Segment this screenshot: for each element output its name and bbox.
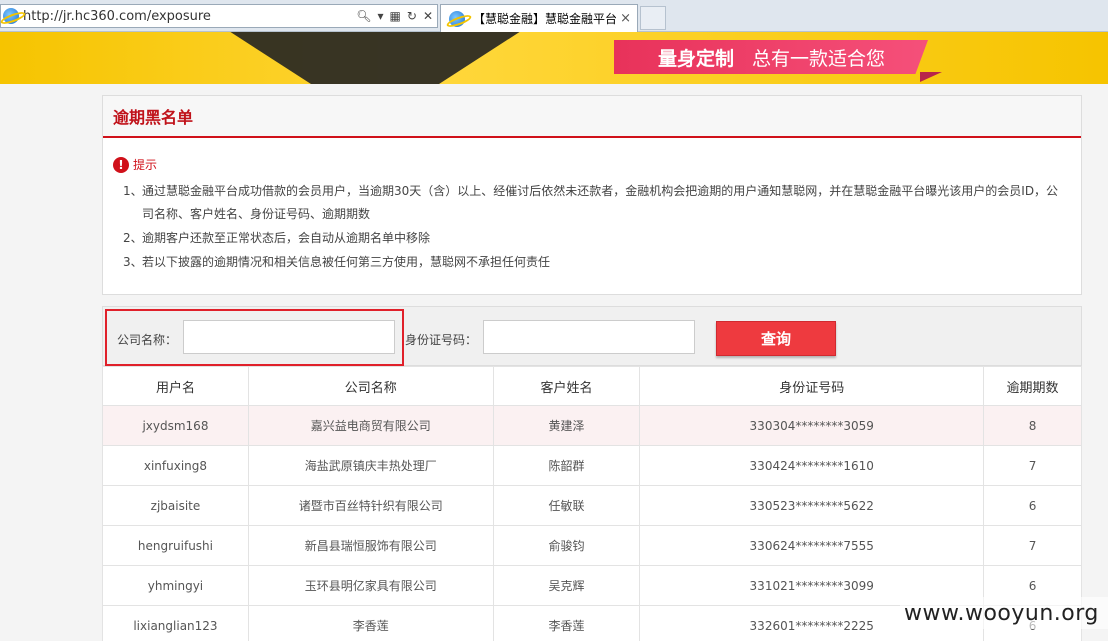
notice-item: 3、 若以下披露的逾期情况和相关信息被任何第三方使用，慧聪网不承担任何责任: [123, 255, 551, 269]
tab-ie-icon: [449, 10, 465, 27]
notice-header: 逾期黑名单: [103, 96, 1081, 138]
address-bar-icons: 🔍︎ ▾ ▦ ↻ ✕: [356, 9, 437, 23]
id-number-input[interactable]: [483, 320, 695, 354]
table-row: zjbaisite 诸暨市百丝特针织有限公司 任敏联 330523*******…: [102, 485, 1082, 526]
col-header-customer: 客户姓名: [492, 366, 641, 406]
query-button[interactable]: 查询: [716, 321, 836, 356]
company-name-label: 公司名称：: [117, 333, 178, 347]
ie-logo-icon: [3, 8, 19, 24]
tab-title: 【慧聪金融】慧聪金融平台...: [473, 12, 617, 26]
slogan-strong: 量身定制: [658, 47, 735, 70]
table-row: xinfuxing8 海盐武原镇庆丰热处理厂 陈韶群 330424*******…: [102, 445, 1082, 486]
watermark: www.wooyun.org: [900, 597, 1108, 629]
id-number-label: 身份证号码：: [405, 333, 478, 347]
banner-graphic: [215, 32, 535, 84]
exclamation-icon: !: [113, 156, 129, 173]
notice-item: 2、 逾期客户还款至正常状态后，会自动从逾期名单中移除: [123, 231, 431, 245]
stop-icon[interactable]: ✕: [423, 9, 433, 23]
table-header-row: 用户名 公司名称 客户姓名 身份证号码 逾期期数: [102, 366, 1082, 406]
tip-row: ! 提示: [113, 156, 157, 173]
search-icon[interactable]: 🔍︎: [356, 9, 371, 23]
slogan-ribbon: 量身定制 总有一款适合您: [614, 40, 928, 74]
notice-item: 1、 通过慧聪金融平台成功借款的会员用户，当逾期30天（含）以上、经催讨后依然未…: [123, 184, 1059, 221]
col-header-username: 用户名: [102, 366, 249, 406]
notice-list: 1、 通过慧聪金融平台成功借款的会员用户，当逾期30天（含）以上、经催讨后依然未…: [123, 180, 1063, 275]
site-banner: 量身定制 总有一款适合您: [0, 32, 1108, 84]
col-header-overdue: 逾期期数: [983, 366, 1082, 406]
url-text[interactable]: http://jr.hc360.com/exposure: [23, 9, 356, 24]
table-row: hengruifushi 新昌县瑞恒服饰有限公司 俞骏钧 330624*****…: [102, 525, 1082, 566]
tip-label: 提示: [133, 158, 158, 172]
col-header-id-number: 身份证号码: [639, 366, 985, 406]
dropdown-arrow-icon[interactable]: ▾: [378, 9, 384, 23]
browser-chrome: http://jr.hc360.com/exposure 🔍︎ ▾ ▦ ↻ ✕ …: [0, 0, 1108, 32]
new-tab-button[interactable]: [640, 6, 666, 30]
company-name-input[interactable]: [183, 320, 395, 354]
browser-tab[interactable]: 【慧聪金融】慧聪金融平台... ×: [440, 4, 638, 32]
col-header-company: 公司名称: [247, 366, 494, 406]
page-title: 逾期黑名单: [113, 108, 194, 127]
compat-view-icon[interactable]: ▦: [390, 9, 401, 23]
table-row: jxydsm168 嘉兴益电商贸有限公司 黄建泽 330304********3…: [102, 405, 1082, 446]
address-bar[interactable]: http://jr.hc360.com/exposure 🔍︎ ▾ ▦ ↻ ✕: [0, 4, 438, 28]
tab-close-icon[interactable]: ×: [620, 11, 631, 26]
refresh-icon[interactable]: ↻: [407, 9, 417, 23]
notice-panel: 逾期黑名单 ! 提示 1、 通过慧聪金融平台成功借款的会员用户，当逾期30天（含…: [102, 95, 1082, 295]
slogan-light: 总有一款适合您: [752, 47, 886, 70]
ribbon-tail: [920, 72, 942, 82]
